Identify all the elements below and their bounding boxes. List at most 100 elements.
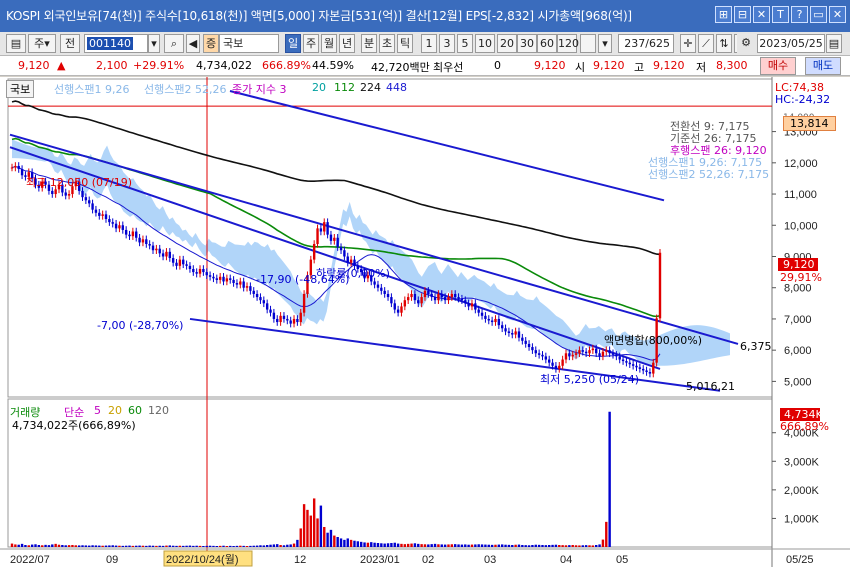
period-minute[interactable]: 분 [361,34,377,53]
volume-bar [292,543,296,547]
compare-icon[interactable]: ⇅ [716,34,732,53]
volume-bar [558,545,561,547]
maximize-icon[interactable]: ▭ [810,6,827,23]
volume-bar [484,544,487,547]
legend-stock-name[interactable]: 국보 [6,80,35,98]
bid-price: 9,120 [534,59,566,72]
sell-button[interactable]: 매도 [805,57,841,75]
candle-body [312,244,316,260]
interval-1[interactable]: 1 [421,34,437,53]
buy-button[interactable]: 매수 [760,57,796,75]
candle-body [302,293,306,313]
candle-body [635,365,638,368]
candle-body [584,351,588,354]
gear-icon[interactable]: ⚙ [737,34,755,53]
close-icon[interactable]: ✕ [829,6,846,23]
candle-body [145,239,148,244]
volume-bar [71,545,74,547]
best-quote-label: 최우선 [433,61,464,74]
interval-input[interactable] [580,34,596,53]
candle-body [648,372,652,374]
code-dropdown-icon[interactable]: ▾ [148,34,160,53]
volume-bar [561,545,564,547]
period-day[interactable]: 일 [285,34,301,53]
candle-body [269,309,272,313]
font-icon[interactable]: T [772,6,789,23]
volume-bar [77,545,81,547]
interval-20[interactable]: 20 [497,34,517,53]
calendar-icon[interactable]: ▤ [826,34,842,53]
date-input[interactable]: 2023/05/25 [757,34,825,53]
volume-bar [581,545,584,547]
code-input[interactable]: 001140 [84,34,148,53]
volume-bar [218,545,222,547]
candle-body [124,229,128,235]
candle-body [178,259,182,266]
period-year[interactable]: 년 [339,34,355,53]
line-tool-icon[interactable]: ⟋ [698,34,714,53]
volume-bar [551,544,554,547]
candle-body [548,359,551,363]
type-select[interactable]: 주▾ [28,34,56,53]
volume-bar [202,546,205,547]
volume-bar [574,545,578,547]
candle-body [235,283,239,285]
volume-bar [430,544,433,547]
volume-bar [74,545,77,547]
interval-5[interactable]: 5 [457,34,473,53]
interval-10[interactable]: 10 [475,34,495,53]
candle-body [326,222,329,235]
candle-body [175,262,178,266]
layout-icon[interactable]: ⊟ [734,6,751,23]
volume-bar [91,545,94,547]
low-annotation: 최저 5,250 (05/24) [540,373,640,386]
volume-bar [47,545,51,547]
all-button[interactable]: 전 [60,34,80,53]
interval-3[interactable]: 3 [439,34,455,53]
y-tick-label: 11,000 [784,189,817,201]
interval-30[interactable]: 30 [517,34,537,53]
candle-body [658,252,662,319]
volume-bar [151,545,155,547]
candle-body [289,320,292,324]
volume-bar [356,541,360,547]
search-icon[interactable]: ⌕ [164,34,184,53]
volume-bar [427,544,430,547]
volume-bar [363,542,366,547]
interval-120[interactable]: 120 [557,34,579,53]
period-week[interactable]: 주 [303,34,319,53]
crosshair-icon[interactable]: ✛ [680,34,696,53]
volume-bar [141,545,145,547]
volume-value: 4,734,022 [196,59,252,72]
interval-dropdown-icon[interactable]: ▾ [598,34,612,53]
candle-body [578,350,581,354]
pin-icon[interactable]: ✕ [753,6,770,23]
interval-60[interactable]: 60 [537,34,557,53]
tile-icon[interactable]: ⊞ [715,6,732,23]
candle-body [420,297,423,304]
help-icon[interactable]: ? [791,6,808,23]
candle-body [262,300,266,304]
candle-body [135,231,138,238]
candle-body [527,343,531,348]
speaker-icon[interactable]: ◀ [186,34,200,53]
period-second[interactable]: 초 [379,34,395,53]
volume-bar [507,544,511,547]
volume-bar [24,545,27,547]
volume-bar [145,545,148,547]
fall-annotation: 하락률(0,00%) [316,267,390,280]
volume-bar [212,545,215,547]
candle-body [457,297,460,299]
volume-bar [118,545,121,547]
candle-body [17,165,20,170]
chart-area[interactable]: 13,00012,00011,00010,0009,0008,0007,0006… [0,77,850,570]
candle-body [94,209,98,213]
candle-body [279,315,282,323]
search-button[interactable]: 증 [203,34,219,53]
volume-bar [27,545,30,547]
current-price-label: 9,120 [778,258,818,271]
period-tick[interactable]: 틱 [397,34,413,53]
menu-icon[interactable]: ▤ [6,34,26,53]
volume-bar [229,545,232,547]
period-month[interactable]: 월 [321,34,337,53]
